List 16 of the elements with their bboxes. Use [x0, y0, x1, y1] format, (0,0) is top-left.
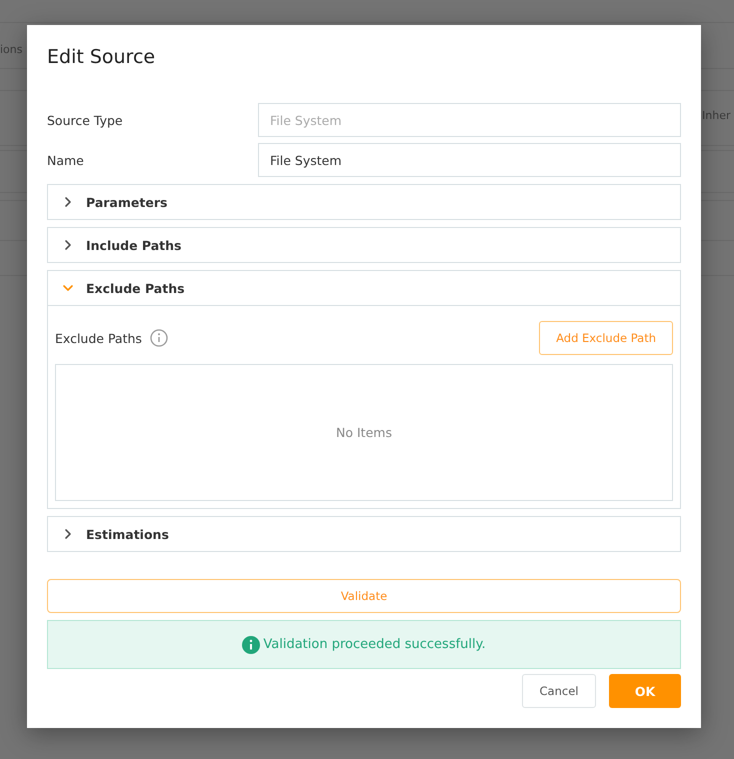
field-label: Name — [47, 152, 85, 168]
cancel-button[interactable]: Cancel — [522, 674, 596, 708]
field-label: Source Type — [47, 112, 124, 128]
info-icon — [242, 636, 260, 654]
accordion-header[interactable]: Parameters — [48, 185, 680, 219]
background-text: ions — [0, 43, 22, 56]
list-label: Exclude Paths — [55, 330, 142, 346]
info-icon[interactable] — [150, 329, 168, 347]
accordion-header[interactable]: Exclude Paths — [48, 271, 680, 305]
message-text: Validation proceeded successfully. — [263, 637, 486, 652]
text-field[interactable]: File System — [258, 143, 681, 177]
dialog-title: Edit Source — [47, 45, 156, 69]
background-text: Inher — [702, 109, 730, 122]
empty-text: No Items — [336, 425, 392, 440]
accordion-header[interactable]: Include Paths — [48, 228, 680, 262]
accordion-header[interactable]: Estimations — [48, 517, 680, 551]
